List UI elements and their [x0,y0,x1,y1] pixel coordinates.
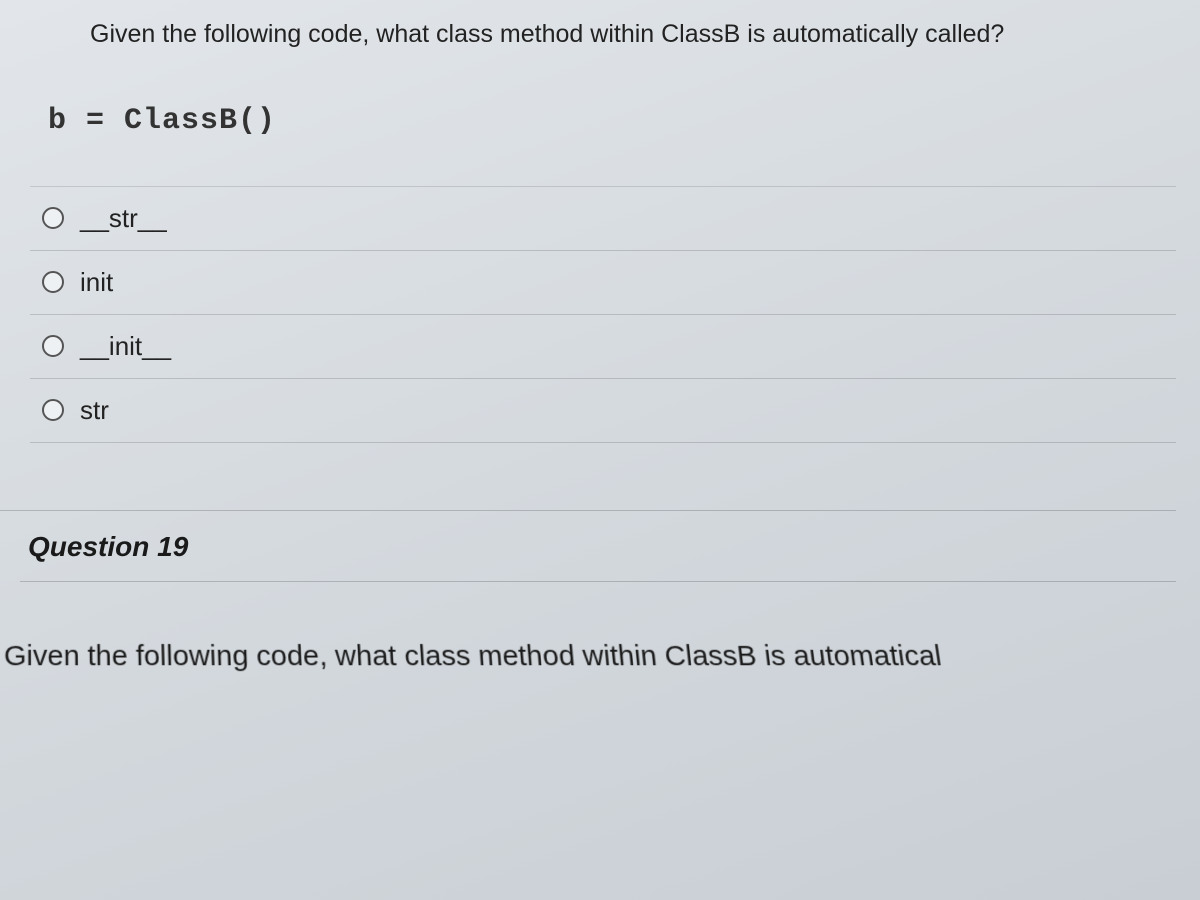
answer-options: __str__ init __init__ str [30,186,1176,443]
option-row-init[interactable]: init [30,251,1176,315]
section-divider [0,443,1176,511]
next-question-body: Given the following code, what class met… [0,582,1176,673]
quiz-page: Given the following code, what class met… [0,0,1200,900]
option-row-str[interactable]: str [30,379,1176,443]
next-question-prompt: Given the following code, what class met… [4,641,1176,673]
question-block: Given the following code, what class met… [0,0,1200,673]
radio-icon [42,207,64,229]
code-snippet: b = ClassB() [48,104,1176,138]
radio-icon [42,399,64,421]
radio-icon [42,271,64,293]
option-row-str-dunder[interactable]: __str__ [30,186,1176,251]
radio-icon [42,335,64,357]
option-label: __init__ [80,331,171,362]
option-label: __str__ [80,203,167,234]
question-prompt: Given the following code, what class met… [90,18,1176,52]
next-question-header: Question 19 [20,511,1176,582]
option-row-init-dunder[interactable]: __init__ [30,315,1176,379]
option-label: str [80,395,109,426]
next-question-title: Question 19 [28,531,188,562]
option-label: init [80,267,113,298]
